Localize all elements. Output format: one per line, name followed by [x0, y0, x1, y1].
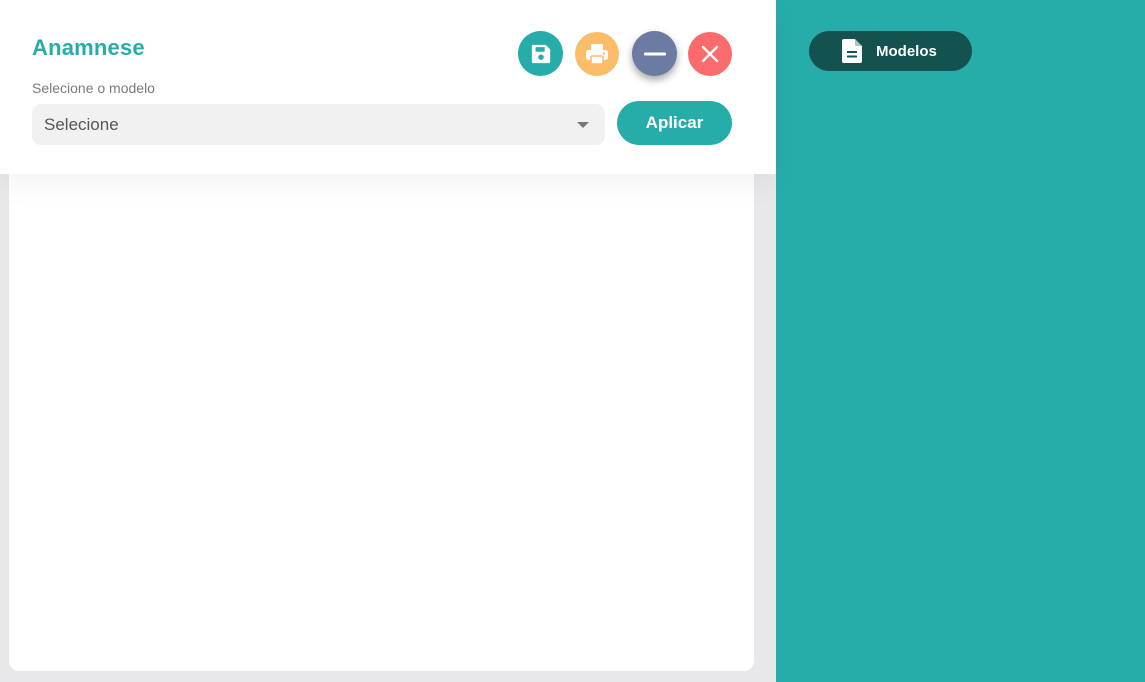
editor-content[interactable]: [9, 160, 754, 671]
document-icon: [842, 39, 862, 63]
models-button[interactable]: Modelos: [809, 31, 972, 71]
models-button-label: Modelos: [876, 42, 937, 60]
model-select-label: Selecione o modelo: [32, 80, 155, 96]
model-select-value: Selecione: [44, 114, 119, 134]
save-button[interactable]: [518, 31, 563, 76]
minus-icon: [643, 52, 666, 55]
printer-icon: [586, 44, 608, 65]
anamnese-header: Anamnese Selecione o modelo Selecione Ap…: [0, 0, 776, 174]
close-button[interactable]: [688, 32, 732, 76]
minimize-button[interactable]: [632, 31, 677, 76]
model-select[interactable]: Selecione: [32, 104, 605, 145]
apply-button[interactable]: Aplicar: [617, 101, 732, 145]
print-button[interactable]: [575, 32, 619, 76]
caret-down-icon: [577, 122, 589, 128]
close-x-icon: [701, 45, 719, 63]
side-panel: Modelos: [776, 0, 1145, 682]
floppy-disk-icon: [531, 44, 550, 63]
page-title: Anamnese: [32, 35, 145, 60]
